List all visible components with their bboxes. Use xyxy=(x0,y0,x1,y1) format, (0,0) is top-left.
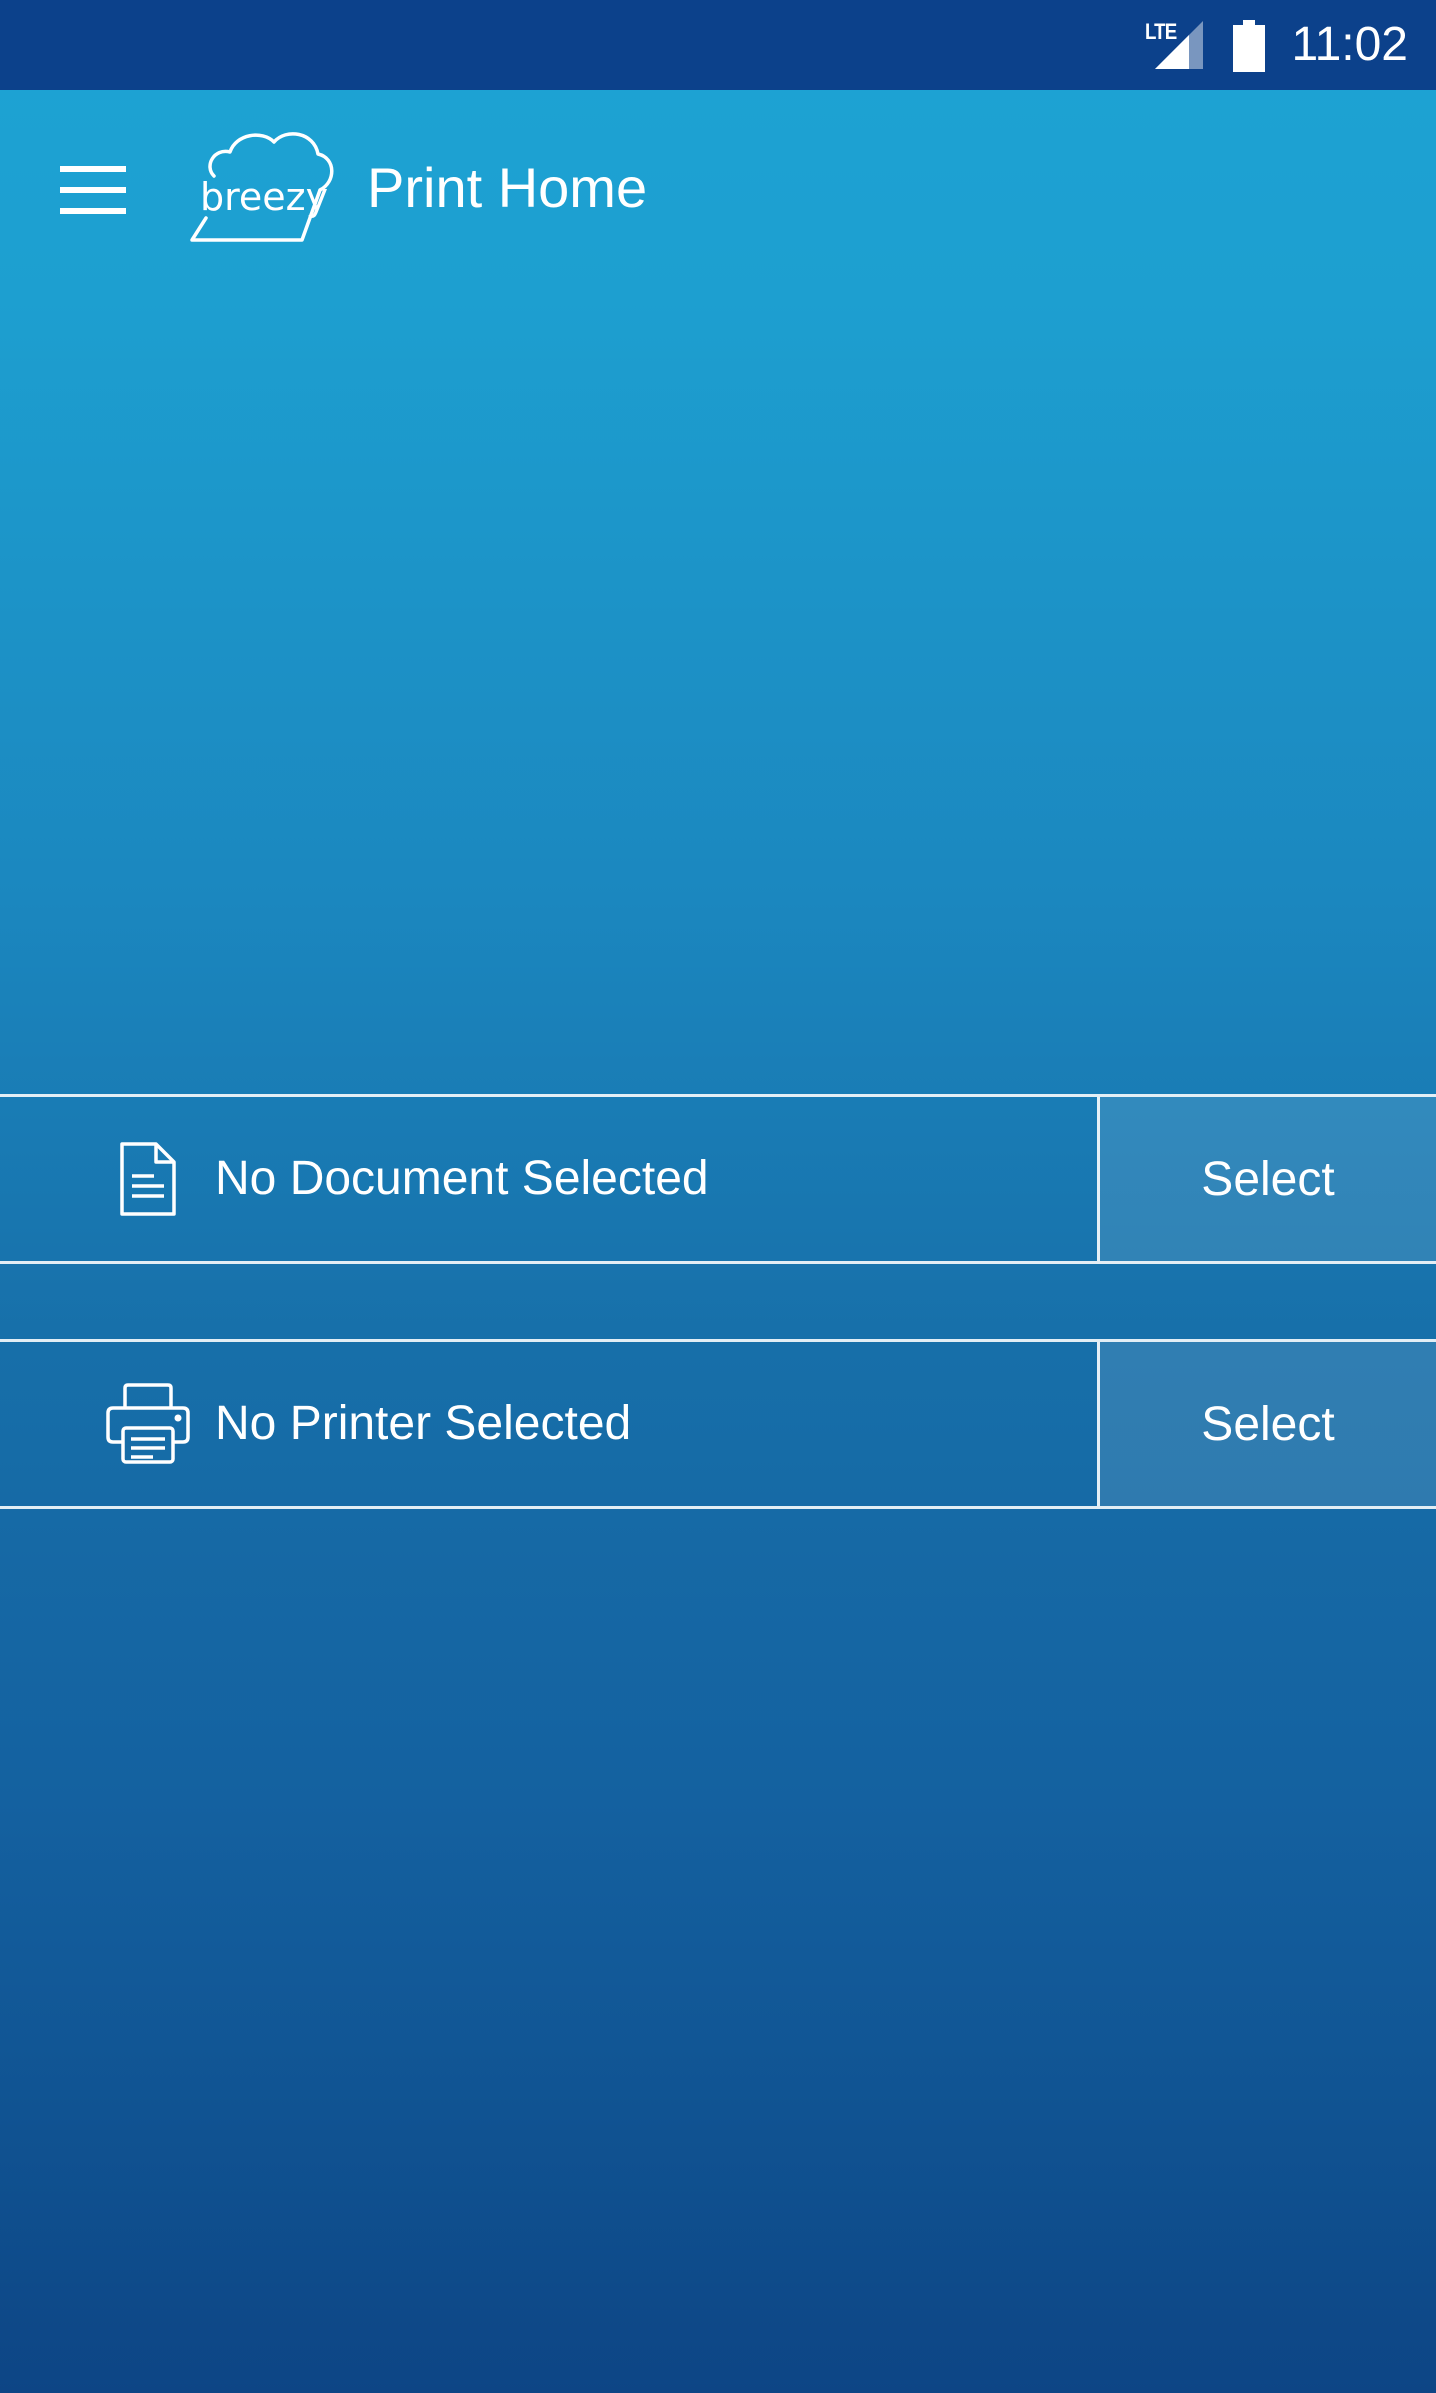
document-status-label: No Document Selected xyxy=(215,1152,709,1205)
page-title: Print Home xyxy=(367,156,648,219)
battery-icon xyxy=(1233,20,1266,72)
select-printer-button[interactable]: Select xyxy=(1097,1342,1436,1506)
menu-button[interactable] xyxy=(48,150,138,230)
select-document-button[interactable]: Select xyxy=(1097,1097,1436,1261)
printer-status-label: No Printer Selected xyxy=(215,1397,632,1450)
breezy-logo: breezy xyxy=(190,132,334,242)
document-selection-row: No Document Selected Select xyxy=(0,1094,1436,1264)
app-bar: breezy Print Home xyxy=(0,90,1436,290)
status-time: 11:02 xyxy=(1291,18,1408,71)
document-icon xyxy=(100,1097,196,1261)
logo-text: breezy xyxy=(200,175,328,219)
status-bar: LTE 11:02 xyxy=(0,0,1436,90)
status-icons: LTE 11:02 xyxy=(1145,0,1408,90)
printer-selection-row: No Printer Selected Select xyxy=(0,1339,1436,1509)
lte-signal-icon: LTE xyxy=(1145,19,1207,71)
hamburger-menu-icon xyxy=(60,166,126,214)
printer-icon xyxy=(100,1342,196,1506)
